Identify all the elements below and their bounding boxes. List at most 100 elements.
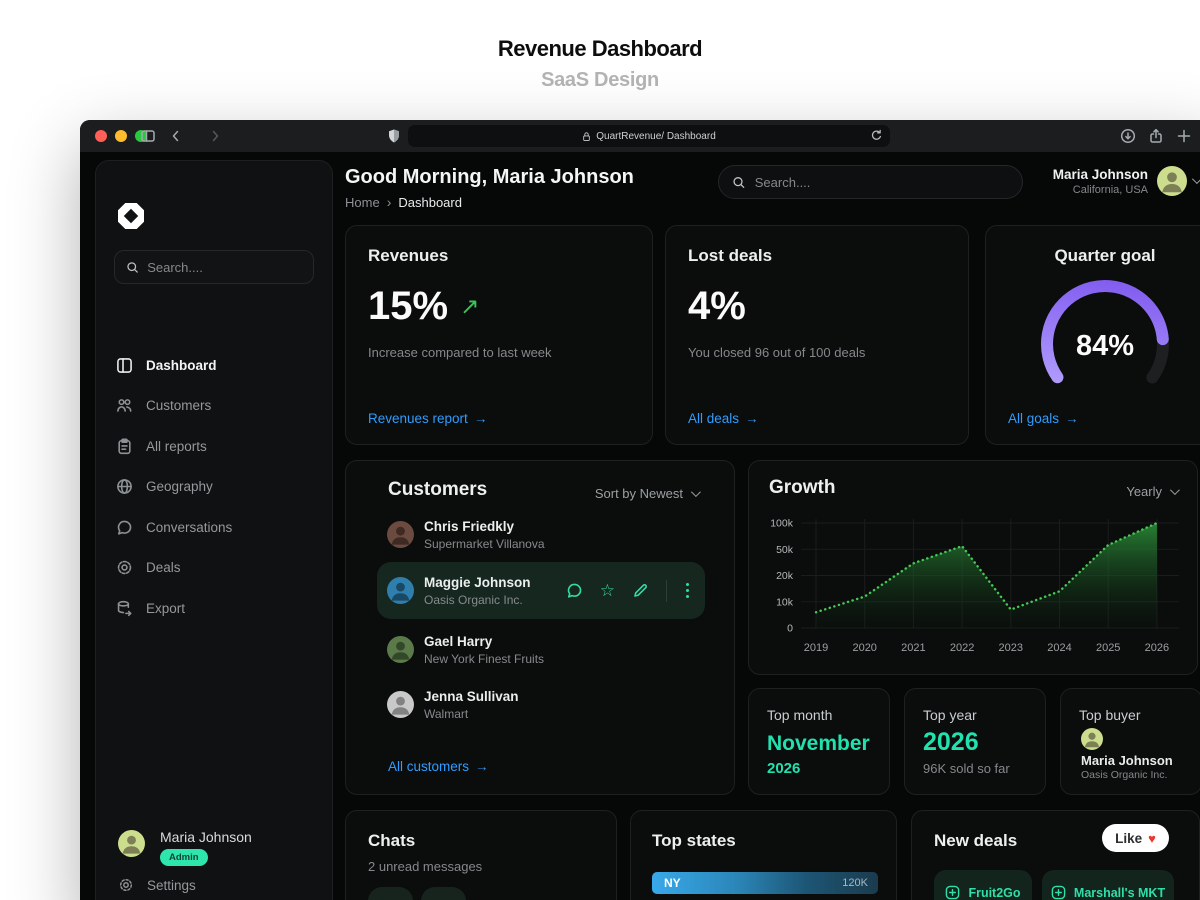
lost-deals-value: 4%: [688, 284, 746, 328]
top-month-card: Top month November 2026: [748, 688, 890, 795]
plus-circle-icon: [946, 885, 960, 900]
card-title: Lost deals: [688, 246, 773, 265]
card-title: Chats: [368, 831, 416, 850]
svg-text:2020: 2020: [852, 642, 876, 654]
export-icon: [117, 600, 132, 616]
customer-row-selected[interactable]: Maggie Johnson Oasis Organic Inc. ☆: [377, 562, 705, 619]
top-year-card: Top year 2026 96K sold so far: [904, 688, 1046, 795]
customer-company: New York Finest Fruits: [424, 652, 545, 666]
refresh-icon[interactable]: [870, 129, 883, 147]
sidebar-toggle-icon[interactable]: [140, 128, 156, 144]
customer-name: Jenna Sullivan: [424, 689, 519, 704]
quarter-goal-gauge: 84%: [1030, 278, 1180, 408]
plus-circle-icon: [1051, 885, 1066, 900]
close-window-button[interactable]: [95, 130, 107, 142]
header-user-location: California, USA: [1072, 184, 1148, 196]
deals-icon: [117, 560, 132, 575]
page-title: Revenue Dashboard: [497, 36, 703, 61]
browser-chrome: QuartRevenue/ Dashboard: [80, 120, 1200, 152]
page-subtitle: SaaS Design: [541, 69, 659, 91]
card-title: Quarter goal: [1054, 246, 1156, 265]
revenues-value: 15% ↗: [368, 284, 480, 328]
revenues-report-link[interactable]: Revenues report →: [368, 411, 487, 426]
customer-company: Supermarket Villanova: [424, 537, 545, 551]
sidebar-search[interactable]: [114, 250, 314, 284]
customer-row[interactable]: Gael Harry New York Finest Fruits: [377, 621, 705, 678]
customer-company: Oasis Organic Inc.: [424, 593, 523, 607]
shield-icon[interactable]: [386, 128, 402, 144]
like-button[interactable]: Like ♥: [1102, 824, 1169, 852]
sidebar-search-input[interactable]: [147, 259, 302, 275]
screenshot-stage: Revenue Dashboard SaaS Design QuartReven…: [0, 0, 1200, 900]
sidebar-user[interactable]: Maria Johnson Admin: [118, 827, 314, 881]
sidebar-nav: Dashboard Customers All reports Geograph…: [116, 353, 318, 637]
quarter-goal-value: 84%: [1075, 330, 1135, 362]
sidebar-item-all-reports[interactable]: All reports: [116, 434, 318, 458]
sidebar-item-export[interactable]: Export: [116, 596, 318, 620]
more-options-icon[interactable]: [684, 581, 691, 600]
minimize-window-button[interactable]: [115, 130, 127, 142]
all-deals-link[interactable]: All deals →: [688, 411, 759, 426]
sidebar-item-settings[interactable]: Settings: [118, 877, 196, 893]
downloads-icon[interactable]: [1120, 128, 1136, 144]
settings-label: Settings: [147, 877, 196, 893]
card-title: Top year: [923, 707, 977, 723]
card-title: Revenues: [368, 246, 449, 265]
new-tab-icon[interactable]: [1176, 128, 1192, 144]
add-deal-fruit2go-button[interactable]: Fruit2Go: [934, 870, 1032, 900]
back-icon[interactable]: [168, 128, 184, 144]
app-logo: [116, 201, 146, 236]
all-customers-link[interactable]: All customers →: [388, 759, 489, 774]
chat-icon[interactable]: [566, 582, 583, 599]
chat-thread-thumbnail[interactable]: [368, 887, 413, 900]
sidebar-item-dashboard[interactable]: Dashboard: [116, 353, 318, 377]
period-dropdown[interactable]: Yearly: [1126, 484, 1180, 499]
admin-badge: Admin: [160, 849, 208, 866]
chats-card: Chats 2 unread messages: [345, 810, 617, 900]
breadcrumb-home[interactable]: Home: [345, 195, 380, 210]
customer-row[interactable]: Chris Friedkly Supermarket Villanova: [377, 506, 705, 563]
avatar: [387, 521, 414, 548]
svg-text:2026: 2026: [1145, 642, 1169, 654]
trend-up-icon: ↗: [460, 293, 480, 319]
nav-label: Conversations: [146, 519, 233, 535]
customer-row[interactable]: Jenna Sullivan Walmart: [377, 676, 705, 733]
conversations-icon: [117, 520, 132, 535]
card-title: Top buyer: [1079, 707, 1141, 723]
chevron-right-icon: ›: [386, 194, 392, 210]
nav-label: All reports: [146, 438, 207, 454]
header-search[interactable]: [718, 165, 1023, 199]
svg-text:100k: 100k: [770, 518, 794, 530]
add-deal-marshalls-button[interactable]: Marshall's MKT: [1042, 870, 1174, 900]
sort-dropdown[interactable]: Sort by Newest: [595, 486, 701, 501]
header-search-input[interactable]: [754, 174, 1009, 190]
avatar[interactable]: [1157, 166, 1187, 196]
arrow-right-icon: →: [745, 411, 759, 426]
sidebar-item-conversations[interactable]: Conversations: [116, 515, 318, 539]
chats-unread-count: 2 unread messages: [368, 859, 483, 874]
breadcrumb-current: Dashboard: [398, 194, 462, 210]
share-icon[interactable]: [1148, 128, 1164, 144]
state-value: 120K: [842, 877, 868, 889]
dashboard-icon: [117, 357, 132, 373]
chat-thread-thumbnail[interactable]: [421, 887, 466, 900]
forward-icon[interactable]: [207, 128, 223, 144]
growth-card: 0 10k 20k 50k 100k 2019 2020 2021 2022 2023 2024 20…: [748, 460, 1198, 675]
chevron-down-icon[interactable]: [1191, 174, 1200, 185]
sidebar-item-geography[interactable]: Geography: [116, 475, 318, 499]
url-bar[interactable]: QuartRevenue/ Dashboard: [408, 125, 890, 147]
lost-deals-description: You closed 96 out of 100 deals: [688, 345, 866, 360]
sidebar-item-customers[interactable]: Customers: [116, 394, 318, 418]
customer-company: Walmart: [424, 707, 469, 721]
greeting-title: Good Morning, Maria Johnson: [345, 166, 634, 188]
all-goals-link[interactable]: All goals →: [1008, 411, 1079, 426]
favorite-star-icon[interactable]: ☆: [600, 582, 615, 599]
nav-label: Customers: [146, 398, 212, 413]
geography-icon: [117, 479, 132, 494]
search-icon: [733, 176, 745, 188]
search-icon: [127, 261, 138, 273]
top-month-value: November: [767, 732, 870, 755]
svg-text:10k: 10k: [776, 596, 794, 608]
edit-pencil-icon[interactable]: [632, 582, 649, 599]
sidebar-item-deals[interactable]: Deals: [116, 556, 318, 580]
